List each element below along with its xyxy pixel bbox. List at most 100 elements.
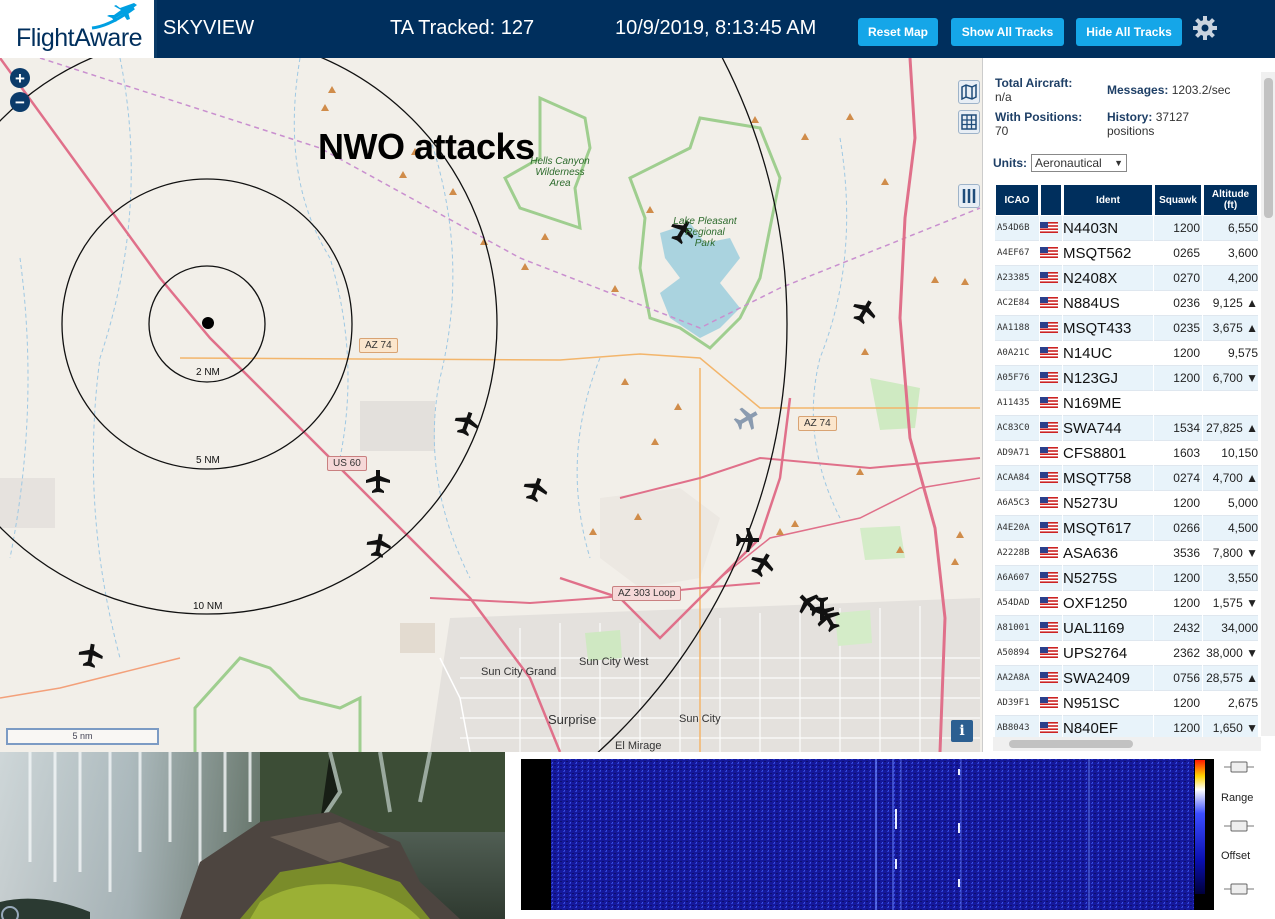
ident-cell: ASA636 (1063, 541, 1153, 566)
aircraft-row[interactable]: AD9A71 CFS8801 1603 10,150 (995, 441, 1258, 466)
ident-cell: MSQT433 (1063, 316, 1153, 341)
aircraft-row[interactable]: AA1188 MSQT433 0235 3,675 ▲ (995, 316, 1258, 341)
ident-cell: MSQT617 (1063, 516, 1153, 541)
spectrum-top-slider[interactable] (1222, 759, 1256, 775)
squawk-cell: 1200 (1154, 591, 1202, 616)
flag-cell (1040, 366, 1062, 391)
column-header-icao[interactable]: ICAO (995, 184, 1039, 216)
total-aircraft-stat: Total Aircraft: n/a (995, 76, 1072, 104)
column-header-flag[interactable] (1040, 184, 1062, 216)
aircraft-row[interactable]: A4EF67 MSQT562 0265 3,600 (995, 241, 1258, 266)
ident-cell: N4403N (1063, 216, 1153, 241)
ident-cell: N5275S (1063, 566, 1153, 591)
altitude-cell: 4,200 (1203, 266, 1258, 291)
flag-cell (1040, 491, 1062, 516)
map-view[interactable]: NWO attacks Hells Canyon Wilderness Area… (0, 58, 982, 752)
squawk-cell: 0756 (1154, 666, 1202, 691)
us-flag-icon (1040, 647, 1058, 659)
aircraft-row[interactable]: A6A5C3 N5273U 1200 5,000 (995, 491, 1258, 516)
flag-cell (1040, 441, 1062, 466)
icao-cell: AC83C0 (995, 416, 1039, 441)
aircraft-panel: Total Aircraft: n/a With Positions: 70 M… (982, 58, 1275, 752)
aircraft-row[interactable]: AD39F1 N951SC 1200 2,675 (995, 691, 1258, 716)
ident-cell: N14UC (1063, 341, 1153, 366)
squawk-cell: 1200 (1154, 216, 1202, 241)
us-flag-icon (1040, 322, 1058, 334)
hide-all-tracks-button[interactable]: Hide All Tracks (1076, 18, 1182, 46)
aircraft-row[interactable]: A81001 UAL1169 2432 34,000 (995, 616, 1258, 641)
us-flag-icon (1040, 597, 1058, 609)
app-title: SKYVIEW (163, 17, 255, 39)
icao-cell: A6A5C3 (995, 491, 1039, 516)
zoom-out-button[interactable]: − (10, 92, 30, 112)
us-flag-icon (1040, 547, 1058, 559)
flag-cell (1040, 616, 1062, 641)
grid-icon[interactable] (958, 110, 980, 134)
gear-icon[interactable] (1192, 15, 1218, 41)
us-flag-icon (1040, 447, 1058, 459)
icao-cell: A4EF67 (995, 241, 1039, 266)
us-flag-icon (1040, 497, 1058, 509)
with-positions-value: 70 (995, 124, 1009, 138)
aircraft-row[interactable]: A4E20A MSQT617 0266 4,500 (995, 516, 1258, 541)
flag-cell (1040, 591, 1062, 616)
aircraft-row[interactable]: A50894 UPS2764 2362 38,000 ▼ (995, 641, 1258, 666)
scrollbar-thumb[interactable] (1264, 78, 1273, 218)
waterfall-photo (0, 752, 505, 919)
reset-map-button[interactable]: Reset Map (858, 18, 938, 46)
us-flag-icon (1040, 222, 1058, 234)
ident-cell: N884US (1063, 291, 1153, 316)
aircraft-row[interactable]: A11435 N169ME (995, 391, 1258, 416)
range-slider[interactable] (1222, 818, 1256, 834)
altitude-cell: 1,575 ▼ (1203, 591, 1258, 616)
flightaware-logo[interactable]: FlightAware (0, 0, 157, 58)
range-label: Range (1221, 792, 1254, 804)
info-button[interactable]: i (951, 720, 973, 742)
zoom-in-button[interactable]: + (10, 68, 30, 88)
scale-bar: 5 nm (6, 728, 159, 745)
aircraft-row[interactable]: AC2E84 N884US 0236 9,125 ▲ (995, 291, 1258, 316)
column-header-altitude[interactable]: Altitude (ft) (1203, 184, 1258, 216)
aircraft-row[interactable]: AA2A8A SWA2409 0756 28,575 ▲ (995, 666, 1258, 691)
road-shield-az74: AZ 74 (798, 416, 837, 431)
squawk-cell: 3536 (1154, 541, 1202, 566)
aircraft-row[interactable]: A54D6B N4403N 1200 6,550 (995, 216, 1258, 241)
ident-cell: N2408X (1063, 266, 1153, 291)
map-layers-icon[interactable] (958, 80, 980, 104)
aircraft-row[interactable]: A05F76 N123GJ 1200 6,700 ▼ (995, 366, 1258, 391)
squawk-cell: 0270 (1154, 266, 1202, 291)
altitude-cell: 9,575 (1203, 341, 1258, 366)
units-label: Units: (993, 156, 1027, 170)
icao-cell: A2228B (995, 541, 1039, 566)
show-all-tracks-button[interactable]: Show All Tracks (951, 18, 1064, 46)
altitude-cell: 6,700 ▼ (1203, 366, 1258, 391)
squawk-cell: 1200 (1154, 691, 1202, 716)
spectrum-display: Range Offset (505, 752, 1275, 919)
column-header-ident[interactable]: Ident (1063, 184, 1153, 216)
column-header-squawk[interactable]: Squawk (1154, 184, 1202, 216)
aircraft-row[interactable]: A0A21C N14UC 1200 9,575 (995, 341, 1258, 366)
altitude-cell: 4,500 (1203, 516, 1258, 541)
spectrum-colorbar (1195, 760, 1205, 894)
us-flag-icon (1040, 722, 1058, 734)
panel-horizontal-scrollbar[interactable] (993, 737, 1261, 751)
aircraft-row[interactable]: AC83C0 SWA744 1534 27,825 ▲ (995, 416, 1258, 441)
aircraft-row[interactable]: ACAA84 MSQT758 0274 4,700 ▲ (995, 466, 1258, 491)
units-select[interactable]: Aeronautical ▼ (1031, 154, 1127, 172)
squawk-cell: 1200 (1154, 366, 1202, 391)
flag-cell (1040, 666, 1062, 691)
squawk-cell: 2362 (1154, 641, 1202, 666)
ident-cell: N169ME (1063, 391, 1153, 416)
scrollbar-thumb[interactable] (1009, 740, 1133, 748)
offset-slider[interactable] (1222, 881, 1256, 897)
flag-cell (1040, 341, 1062, 366)
ident-cell: MSQT758 (1063, 466, 1153, 491)
panel-vertical-scrollbar[interactable] (1261, 72, 1275, 736)
aircraft-row[interactable]: A54DAD OXF1250 1200 1,575 ▼ (995, 591, 1258, 616)
history-unit: positions (1107, 124, 1155, 138)
aircraft-row[interactable]: A6A607 N5275S 1200 3,550 (995, 566, 1258, 591)
aircraft-row[interactable]: A23385 N2408X 0270 4,200 (995, 266, 1258, 291)
ident-cell: N123GJ (1063, 366, 1153, 391)
aircraft-row[interactable]: A2228B ASA636 3536 7,800 ▼ (995, 541, 1258, 566)
columns-toggle-icon[interactable] (958, 184, 980, 208)
